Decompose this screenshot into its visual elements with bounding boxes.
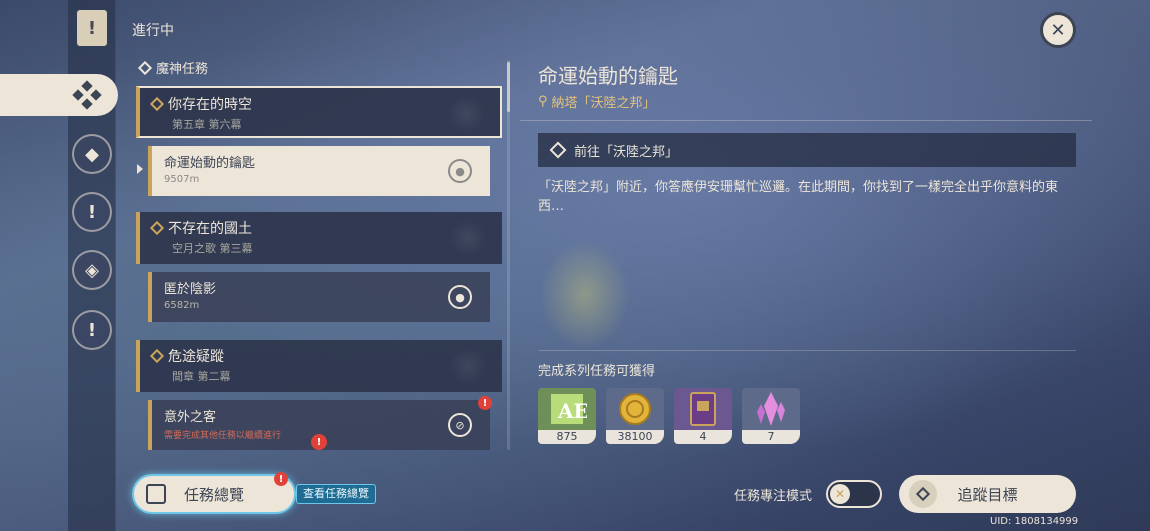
quest-step-title: 命運始動的鑰匙 [164, 156, 256, 171]
story-quest-icon[interactable]: ◆ [72, 134, 112, 174]
svg-text:AE: AE [557, 399, 587, 423]
objective-text: 前往「沃陸之邦」 [574, 144, 679, 160]
list-scrollbar-thumb[interactable] [507, 62, 510, 112]
divider [538, 350, 1076, 351]
reward-primogem[interactable]: 7 [742, 388, 800, 444]
quest-book-icon [146, 484, 166, 504]
quest-overview-button[interactable]: 任務總覽 [132, 474, 296, 514]
quest-header[interactable]: 不存在的國土 空月之歌 第三幕 [136, 212, 502, 264]
focus-mode-toggle[interactable]: ✕ [826, 480, 882, 508]
quest-step-title: 匿於陰影 [164, 282, 217, 297]
overview-tooltip: 查看任務總覽 [296, 484, 376, 504]
divider [520, 120, 1092, 121]
mora-icon [606, 388, 664, 430]
quest-step-distance: 9507m [164, 174, 200, 185]
reward-adventure-exp[interactable]: AE 875 [538, 388, 596, 444]
map-pin-icon[interactable]: ● [448, 285, 472, 309]
close-icon: ✕ [1050, 19, 1066, 41]
quest-title: 危途疑蹤 [168, 349, 224, 365]
quest-step-distance: 6582m [164, 300, 200, 311]
archon-quest-icon [72, 80, 102, 110]
quest-diamond-icon [149, 348, 165, 364]
location-pin-icon: ⚲ [538, 94, 548, 109]
reward-count: 7 [742, 430, 800, 444]
background-blur [540, 240, 630, 350]
alert-badge: ! [274, 472, 288, 486]
group-label: 魔神任務 [137, 58, 209, 77]
quest-chapter: 空月之歌 第三幕 [172, 242, 253, 255]
quest-emblem-icon [448, 220, 488, 256]
track-button-label: 追蹤目標 [957, 485, 1018, 504]
quest-overview-label: 任務總覽 [184, 485, 245, 504]
quest-step[interactable]: 命運始動的鑰匙 9507m ● [148, 146, 490, 196]
list-scrollbar[interactable] [507, 60, 510, 450]
objective-row: 前往「沃陸之邦」 [538, 133, 1076, 167]
alert-badge: ! [478, 396, 492, 410]
quest-header[interactable]: 你存在的時空 第五章 第六幕 [136, 86, 502, 138]
selected-arrow-icon [137, 164, 143, 174]
map-pin-icon[interactable]: ● [448, 159, 472, 183]
blocked-icon[interactable]: ⊘ [448, 413, 472, 437]
quest-description: 「沃陸之邦」附近，你答應伊安珊幫忙巡邏。在此期間，你找到了一樣完全出乎你意料的東… [538, 180, 1059, 214]
reward-count: 4 [674, 430, 732, 444]
track-button[interactable]: 追蹤目標 [899, 475, 1076, 513]
world-quest-icon[interactable]: ◈ [72, 250, 112, 290]
quest-emblem-icon [446, 96, 486, 132]
all-quests-icon[interactable]: ! [77, 10, 107, 46]
quest-title: 你存在的時空 [168, 97, 252, 113]
detail-title: 命運始動的鑰匙 [538, 64, 678, 88]
detail-location: ⚲ 納塔「沃陸之邦」 [538, 92, 656, 111]
quest-step[interactable]: 匿於陰影 6582m ● [148, 272, 490, 322]
rewards-label: 完成系列任務可獲得 [538, 364, 656, 379]
archon-quest-tab[interactable] [0, 74, 118, 116]
quest-emblem-icon [448, 348, 488, 384]
section-title: 進行中 [132, 23, 174, 39]
detail-location-text: 納塔「沃陸之邦」 [551, 96, 656, 111]
focus-mode-label: 任務專注模式 [734, 489, 813, 504]
archon-diamond-icon [137, 60, 153, 75]
quest-chapter: 間章 第二幕 [172, 370, 231, 383]
reward-count: 875 [538, 430, 596, 444]
event-quest-icon[interactable]: ! [72, 310, 112, 350]
book-icon [674, 388, 732, 430]
quest-title: 不存在的國土 [168, 221, 252, 237]
uid-label: UID: 1808134999 [990, 516, 1079, 527]
primogem-icon [742, 388, 800, 430]
reward-mora[interactable]: 38100 [606, 388, 664, 444]
quest-step-title: 意外之客 [164, 410, 217, 425]
quest-chapter: 第五章 第六幕 [172, 118, 242, 131]
group-label-text: 魔神任務 [156, 62, 209, 77]
commission-quest-icon[interactable]: ! [72, 192, 112, 232]
reward-count: 38100 [606, 430, 664, 444]
track-target-icon [909, 480, 937, 508]
adventure-exp-icon: AE [538, 388, 596, 430]
quest-diamond-icon [149, 220, 165, 236]
close-button[interactable]: ✕ [1040, 12, 1076, 48]
reward-heros-wit[interactable]: 4 [674, 388, 732, 444]
quest-diamond-icon [149, 96, 165, 112]
objective-diamond-icon [549, 141, 567, 159]
quest-header[interactable]: 危途疑蹤 間章 第二幕 [136, 340, 502, 392]
alert-badge: ! [311, 434, 327, 450]
toggle-off-icon: ✕ [830, 484, 850, 504]
